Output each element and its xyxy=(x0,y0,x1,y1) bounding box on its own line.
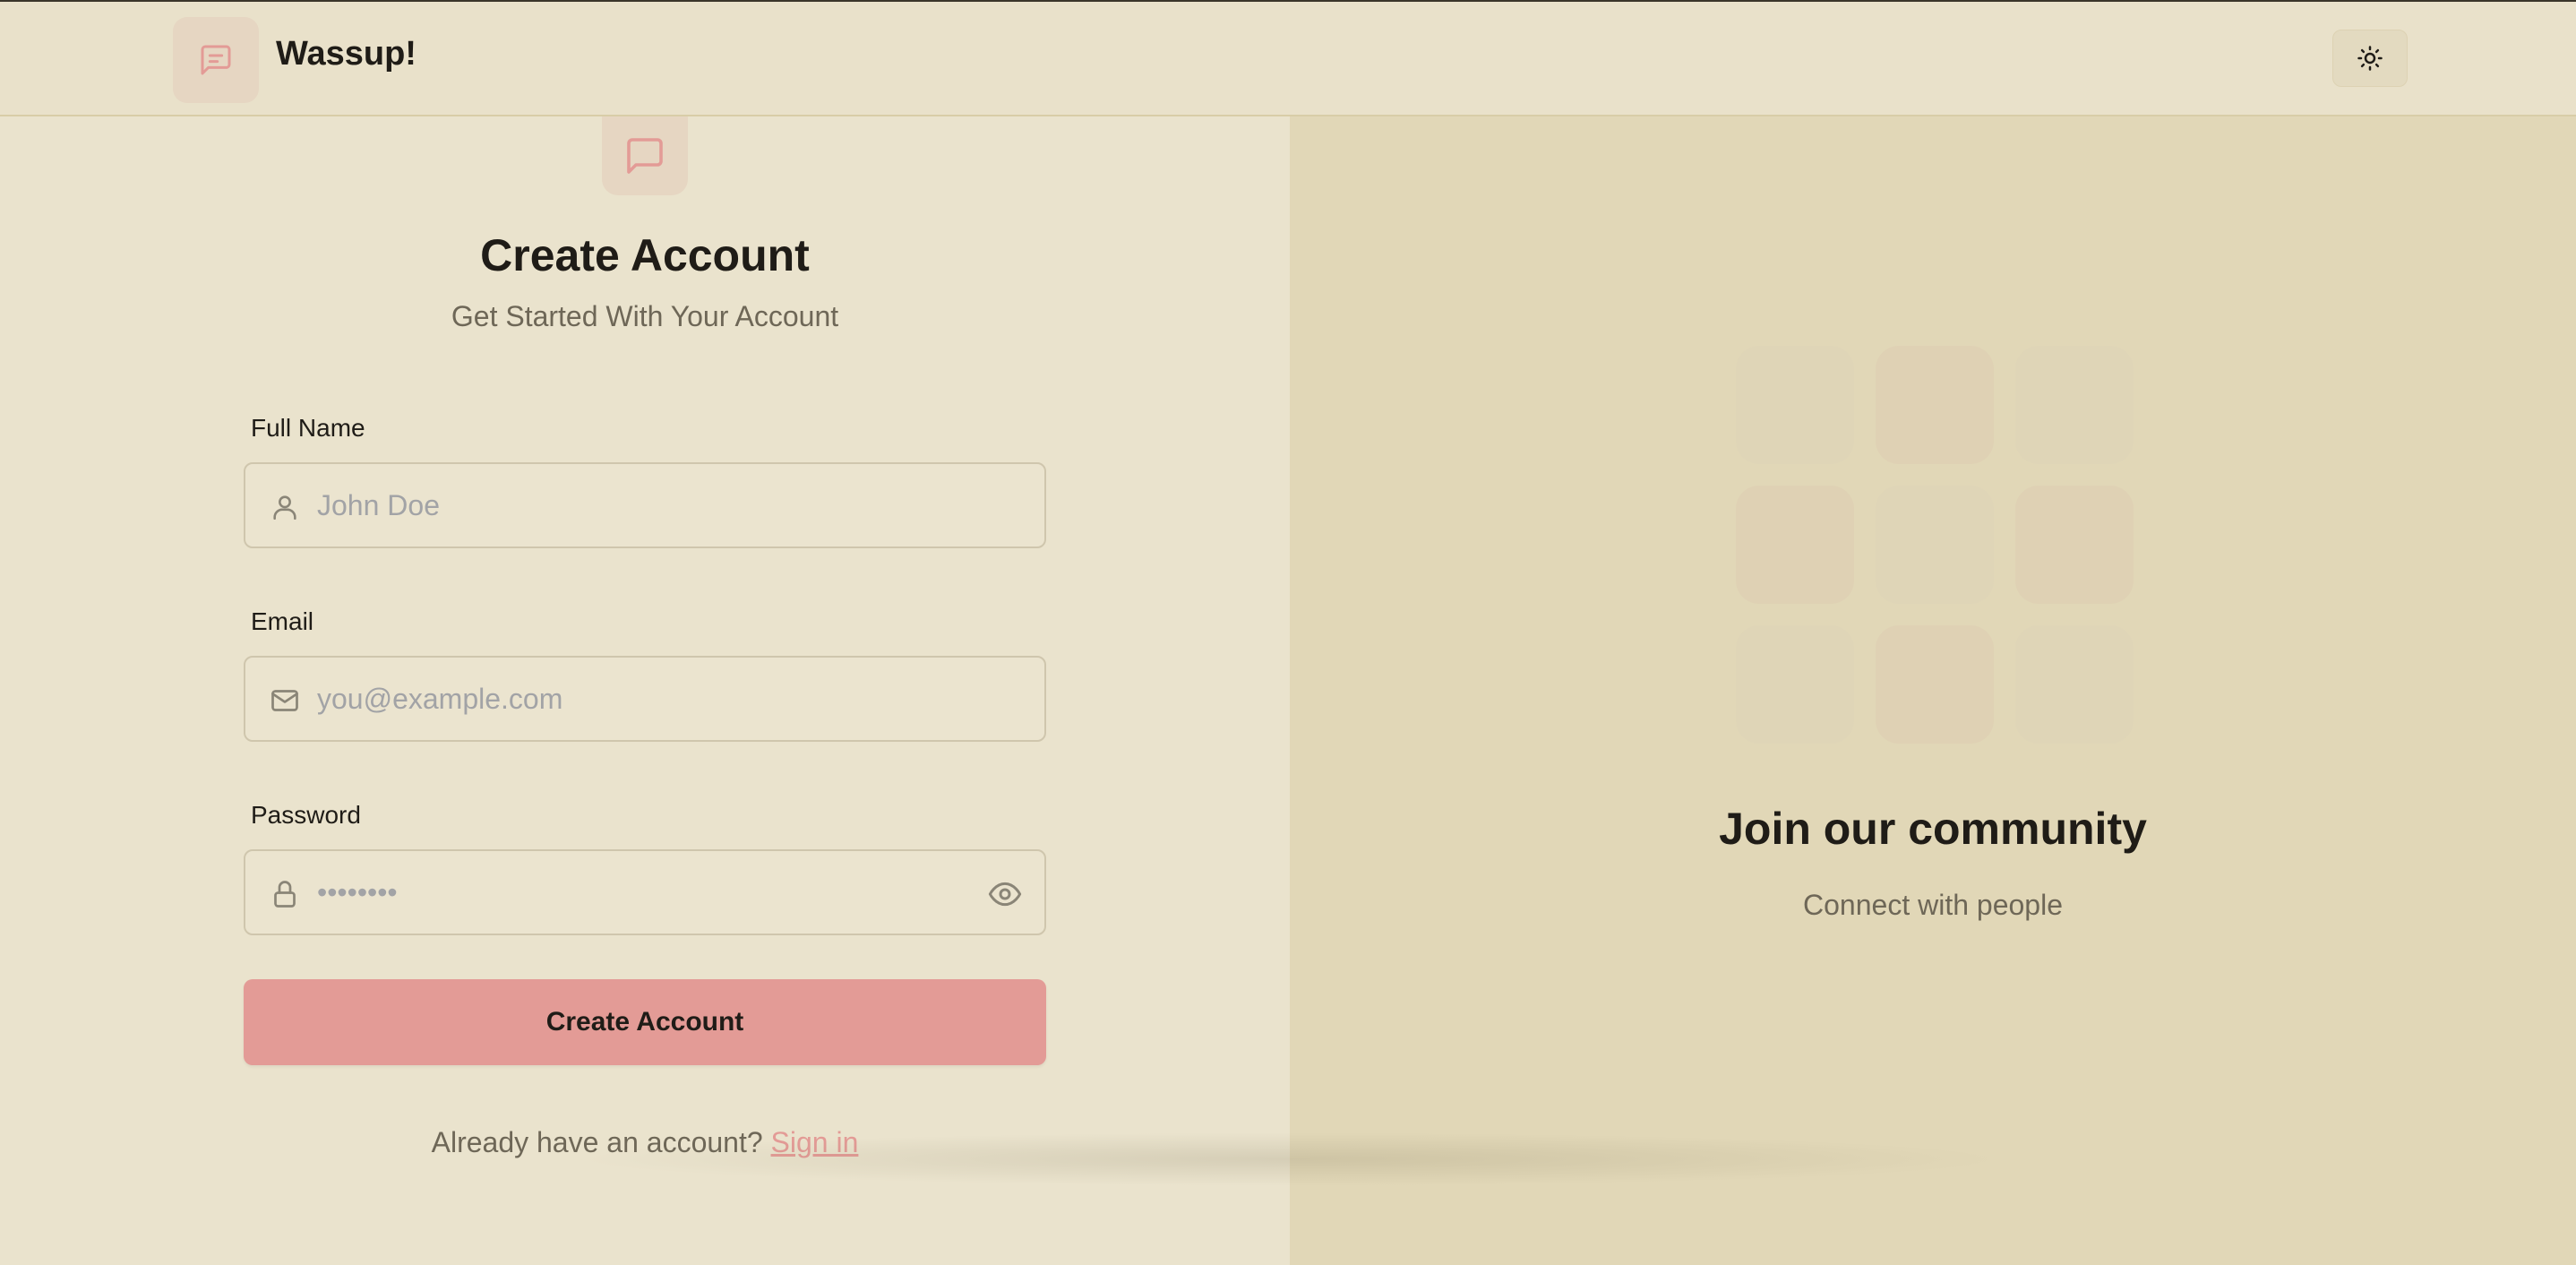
decorative-tile xyxy=(2015,346,2134,464)
decorative-tile xyxy=(1876,625,1994,744)
eye-icon[interactable] xyxy=(985,876,1025,912)
signup-page: Wassup! Create Account Get Started With … xyxy=(0,0,2576,1265)
password-input[interactable] xyxy=(317,851,998,934)
password-field-wrapper xyxy=(244,849,1046,935)
sun-icon xyxy=(2357,46,2383,71)
email-label: Email xyxy=(251,607,314,635)
message-square-icon xyxy=(201,45,231,75)
signup-form-panel: Create Account Get Started With Your Acc… xyxy=(0,116,1290,1265)
theme-toggle-button[interactable] xyxy=(2332,30,2408,87)
user-icon xyxy=(267,489,303,525)
decorative-tile xyxy=(2015,486,2134,604)
full-name-input[interactable] xyxy=(317,464,998,546)
decorative-tile xyxy=(1736,346,1854,464)
form-subtitle: Get Started With Your Account xyxy=(451,300,839,332)
lock-icon xyxy=(267,876,303,912)
decorative-tile xyxy=(1876,486,1994,604)
message-square-icon xyxy=(627,138,663,174)
community-subtitle: Connect with people xyxy=(1803,889,2063,921)
password-label: Password xyxy=(251,801,361,829)
brand-logo[interactable] xyxy=(173,17,259,103)
community-panel: Join our community Connect with people xyxy=(1290,116,2576,1265)
create-account-button[interactable]: Create Account xyxy=(244,979,1046,1065)
decorative-tile xyxy=(2015,625,2134,744)
decorative-tile xyxy=(1736,486,1854,604)
top-navbar: Wassup! xyxy=(0,2,2576,116)
brand-name[interactable]: Wassup! xyxy=(276,35,416,73)
decorative-tile xyxy=(1876,346,1994,464)
full-name-label: Full Name xyxy=(251,414,365,442)
form-logo xyxy=(602,116,688,195)
community-title: Join our community xyxy=(1719,804,2147,854)
email-input[interactable] xyxy=(317,658,998,740)
full-name-field-wrapper xyxy=(244,462,1046,548)
email-field-wrapper xyxy=(244,656,1046,742)
form-title: Create Account xyxy=(480,230,810,280)
mail-icon xyxy=(267,683,303,719)
bottom-shadow xyxy=(573,1132,2006,1186)
decorative-tile xyxy=(1736,625,1854,744)
